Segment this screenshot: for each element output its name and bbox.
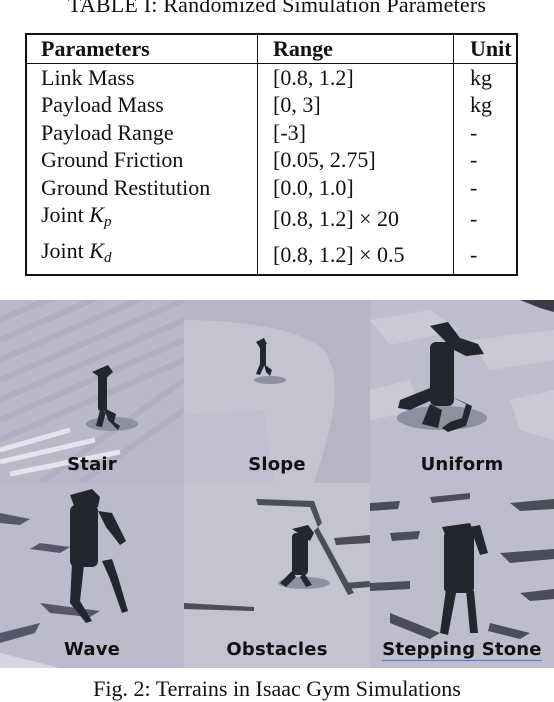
math-symbol: Kd (89, 237, 112, 266)
cell-range: [0.8, 1.2] × 0.5 (257, 236, 454, 275)
cell-unit: - (470, 241, 478, 267)
figure-caption: Fig. 2: Terrains in Isaac Gym Simulation… (93, 676, 461, 701)
panel-stair: Stair (0, 300, 184, 483)
parameter-prefix: Joint (41, 202, 90, 227)
table-row: Joint Kp [0.8, 1.2] × 20 - (26, 201, 517, 237)
header-range: Range (257, 34, 454, 64)
table-row: Ground Restitution [0.0, 1.0] - (26, 173, 517, 201)
cell-range: [0.05, 2.75] (257, 146, 454, 174)
math-symbol: Kp (89, 202, 112, 230)
cell-parameter: Payload Mass (26, 91, 258, 119)
robot (440, 523, 488, 635)
panel-label-stepping-stone: Stepping Stone (370, 639, 554, 661)
cell-unit: - (470, 206, 478, 231)
table-row: Ground Friction [0.05, 2.75] - (26, 146, 517, 174)
table-row: Payload Range [-3] - (26, 118, 517, 146)
subscript: p (103, 214, 112, 230)
header-parameters: Parameters (26, 34, 258, 64)
table-caption: TABLE I: Randomized Simulation Parameter… (67, 0, 487, 17)
robot (70, 489, 128, 623)
panel-label-obstacles: Obstacles (226, 639, 328, 660)
cell-parameter: Ground Restitution (26, 173, 258, 201)
table-row: Link Mass [0.8, 1.2] kg (26, 63, 517, 91)
terrain-figure: Stair Slope Uniform Wave Obstacles Stepp… (0, 300, 554, 668)
cell-unit: kg (470, 92, 492, 117)
panel-label-stair: Stair (67, 454, 117, 475)
subscript: d (103, 249, 112, 266)
cell-range: [0.8, 1.2] (257, 63, 454, 91)
panel-obstacles: Obstacles (184, 483, 370, 668)
cell-range: [0, 3] (257, 91, 454, 119)
table-row: Payload Mass [0, 3] kg (26, 91, 517, 119)
panel-label-uniform: Uniform (420, 454, 504, 475)
cell-parameter: Joint Kd (26, 236, 258, 275)
robot (256, 338, 272, 376)
obstacle-edges (184, 499, 370, 611)
panel-label-wave: Wave (63, 639, 121, 660)
symbol: K (89, 237, 104, 263)
cell-range: [0.8, 1.2] × 20 (257, 201, 454, 237)
table-header-row: Parameters Range Unit (26, 34, 517, 64)
cell-range: [0.0, 1.0] (257, 173, 454, 201)
cell-parameter: Ground Friction (26, 146, 258, 174)
panel-stepping-stone: Stepping Stone (370, 483, 554, 668)
cell-unit: - (470, 174, 478, 200)
panel-wave: Wave (0, 483, 184, 668)
stepping-stone-label-text: Stepping Stone (382, 639, 542, 661)
cell-unit: - (470, 119, 478, 145)
cell-range: [-3] (257, 118, 454, 146)
panel-label-slope: Slope (248, 454, 306, 475)
panel-uniform: Uniform (370, 300, 554, 483)
cell-parameter: Payload Range (26, 118, 258, 146)
parameters-table: Parameters Range Unit Link Mass [0.8, 1.… (25, 33, 518, 276)
robot-shadow (254, 376, 286, 384)
cell-unit: kg (470, 64, 492, 90)
cell-parameter: Joint Kp (26, 201, 258, 237)
header-unit: Unit (453, 34, 517, 64)
symbol: K (89, 202, 104, 227)
table-row: Joint Kd [0.8, 1.2] × 0.5 - (26, 236, 517, 275)
panel-slope: Slope (184, 300, 370, 483)
parameter-prefix: Joint (41, 237, 90, 263)
cell-unit: - (470, 147, 478, 172)
cell-parameter: Link Mass (26, 63, 258, 91)
